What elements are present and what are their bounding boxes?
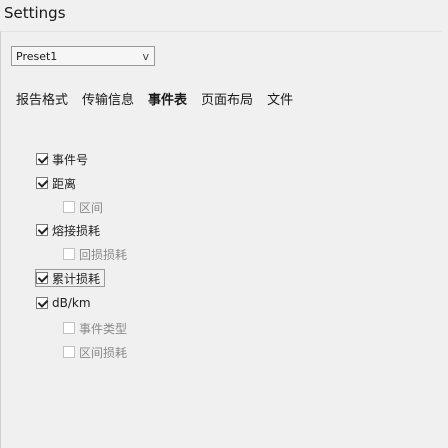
option-label: 熔接损耗 bbox=[52, 223, 101, 238]
option-return-loss[interactable]: 回损损耗 bbox=[63, 246, 127, 262]
option-splice-loss[interactable]: 熔接损耗 bbox=[36, 222, 100, 238]
option-label: 事件号 bbox=[52, 152, 89, 167]
option-section[interactable]: 区间 bbox=[63, 199, 103, 215]
tab-transfer-info[interactable]: 传输信息 bbox=[80, 90, 136, 112]
preset-select[interactable]: Preset1 v bbox=[11, 46, 155, 66]
window-title: Settings bbox=[4, 4, 66, 22]
option-distance[interactable]: 距离 bbox=[36, 175, 76, 191]
checkbox[interactable] bbox=[36, 272, 48, 284]
option-section-loss[interactable]: 区间损耗 bbox=[63, 344, 127, 360]
checkbox[interactable] bbox=[63, 248, 75, 260]
option-label: 区间损耗 bbox=[79, 345, 128, 360]
checkbox[interactable] bbox=[63, 201, 75, 213]
option-label: 回损损耗 bbox=[79, 247, 128, 262]
option-label: 距离 bbox=[52, 176, 77, 191]
tab-report-format[interactable]: 报告格式 bbox=[14, 90, 70, 112]
option-label: 事件类型 bbox=[79, 321, 128, 336]
checkbox[interactable] bbox=[63, 346, 75, 358]
tab-page-layout[interactable]: 页面布局 bbox=[199, 90, 255, 112]
checkbox[interactable] bbox=[36, 297, 48, 309]
option-db-per-km[interactable]: dB/km bbox=[36, 295, 91, 311]
option-cumulative-loss[interactable]: 累计损耗 bbox=[34, 269, 106, 287]
checkbox[interactable] bbox=[36, 224, 48, 236]
tab-bar: 报告格式 传输信息 事件表 页面布局 文件 bbox=[14, 90, 295, 112]
tab-event-table[interactable]: 事件表 bbox=[146, 90, 189, 112]
option-event-number[interactable]: 事件号 bbox=[36, 151, 88, 167]
preset-value: Preset1 bbox=[16, 50, 58, 63]
checkbox[interactable] bbox=[36, 153, 48, 165]
chevron-down-icon[interactable]: v bbox=[142, 47, 149, 67]
checkbox[interactable] bbox=[63, 322, 75, 334]
option-label: dB/km bbox=[52, 296, 91, 310]
option-label: 累计损耗 bbox=[52, 271, 101, 286]
option-event-type[interactable]: 事件类型 bbox=[63, 320, 127, 336]
tab-file[interactable]: 文件 bbox=[265, 90, 295, 112]
option-label: 区间 bbox=[79, 200, 104, 215]
checkbox[interactable] bbox=[36, 177, 48, 189]
